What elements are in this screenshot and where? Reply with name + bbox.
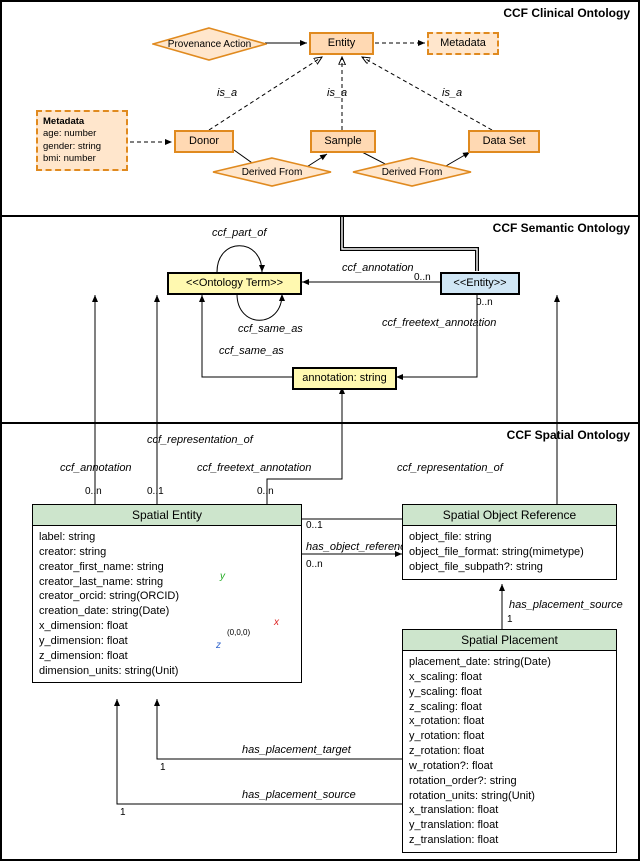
sor-a1: object_file_format: string(mimetype): [409, 545, 610, 560]
axis-y: y: [220, 571, 225, 582]
metadata-top-box: Metadata: [427, 32, 499, 55]
semantic-title: CCF Semantic Ontology: [493, 221, 630, 235]
sample-box: Sample: [310, 130, 376, 153]
metadata-detail-title: Metadata: [43, 116, 84, 127]
has-obj-ref-label: has_object_reference: [306, 541, 412, 553]
sp-a7: w_rotation?: float: [409, 759, 610, 774]
spatial-obj-ref-class: Spatial Object Reference object_file: st…: [402, 504, 617, 580]
spatial-placement-class: Spatial Placement placement_date: string…: [402, 629, 617, 853]
has-place-src1-label: has_placement_source: [509, 599, 623, 611]
spatial-title: CCF Spatial Ontology: [507, 428, 630, 442]
rep-of-1-label: ccf_representation_of: [147, 434, 253, 446]
spatial-panel: CCF Spatial Ontology ccf_representation_…: [0, 424, 640, 861]
metadata-detail-box: Metadata age: number gender: string bmi:…: [36, 110, 128, 171]
se-a3: creator_last_name: string: [39, 575, 295, 590]
derived-from-1-label: Derived From: [242, 167, 303, 178]
metadata-line3: bmi: number: [43, 153, 96, 164]
derived-from-2-diamond: Derived From: [352, 157, 472, 187]
semantic-svg: [2, 217, 638, 422]
dataset-label: Data Set: [483, 135, 526, 147]
spatial-entity-class: Spatial Entity label: string creator: st…: [32, 504, 302, 683]
metadata-top-label: Metadata: [440, 37, 486, 49]
se-a6: x_dimension: float: [39, 619, 295, 634]
ccf-annotation-label: ccf_annotation: [342, 262, 414, 274]
is-a-3-label: is_a: [442, 87, 462, 99]
card-0n-c: 0..n: [306, 559, 323, 570]
ccf-same-as-edge-label: ccf_same_as: [219, 345, 284, 357]
annotation-label: annotation: string: [302, 372, 386, 384]
derived-from-2-label: Derived From: [382, 167, 443, 178]
se-a0: label: string: [39, 530, 295, 545]
sp-a3: z_scaling: float: [409, 700, 610, 715]
metadata-line2: gender: string: [43, 141, 101, 152]
derived-from-1-diamond: Derived From: [212, 157, 332, 187]
has-place-src2-label: has_placement_source: [242, 789, 356, 801]
ccf-annotation-sp-label: ccf_annotation: [60, 462, 132, 474]
donor-label: Donor: [189, 135, 219, 147]
axis-z: z: [216, 640, 221, 651]
annotation-box: annotation: string: [292, 367, 397, 390]
sp-title: Spatial Placement: [403, 630, 616, 651]
sp-a10: x_translation: float: [409, 803, 610, 818]
ccf-freetext-label: ccf_freetext_annotation: [382, 317, 496, 329]
donor-box: Donor: [174, 130, 234, 153]
ccf-part-of-label: ccf_part_of: [212, 227, 266, 239]
card-01-a: 0..1: [147, 486, 164, 497]
card-1-b: 1: [120, 807, 126, 818]
card-1-a: 1: [160, 762, 166, 773]
sp-a9: rotation_units: string(Unit): [409, 789, 610, 804]
sor-body: object_file: string object_file_format: …: [403, 526, 616, 579]
sp-a11: y_translation: float: [409, 818, 610, 833]
card-0n-sem-2: 0..n: [476, 297, 493, 308]
sem-entity-label: <<Entity>>: [453, 277, 506, 289]
se-a7: y_dimension: float: [39, 634, 295, 649]
card-0n-a: 0..n: [85, 486, 102, 497]
has-place-tgt-label: has_placement_target: [242, 744, 351, 756]
sp-a2: y_scaling: float: [409, 685, 610, 700]
spatial-entity-body: label: string creator: string creator_fi…: [33, 526, 301, 682]
ccf-same-as-loop-label: ccf_same_as: [238, 323, 303, 335]
clinical-panel: CCF Clinical Ontology Provenance Action: [0, 0, 640, 217]
sor-a2: object_file_subpath?: string: [409, 560, 610, 575]
card-1-c: 1: [507, 614, 513, 625]
sor-a0: object_file: string: [409, 530, 610, 545]
axis-x: x: [274, 617, 279, 628]
sp-body: placement_date: string(Date) x_scaling: …: [403, 651, 616, 852]
se-a9: dimension_units: string(Unit): [39, 664, 295, 679]
card-01-b: 0..1: [306, 520, 323, 531]
sp-a6: z_rotation: float: [409, 744, 610, 759]
provenance-action-diamond: Provenance Action: [152, 27, 267, 61]
semantic-panel: CCF Semantic Ontology <<Ontology Term>> …: [0, 217, 640, 424]
card-0n-b: 0..n: [257, 486, 274, 497]
ontology-term-box: <<Ontology Term>>: [167, 272, 302, 295]
se-a2: creator_first_name: string: [39, 560, 295, 575]
sp-a4: x_rotation: float: [409, 714, 610, 729]
se-a8: z_dimension: float: [39, 649, 295, 664]
ccf-freetext-sp-label: ccf_freetext_annotation: [197, 462, 311, 474]
spatial-entity-title: Spatial Entity: [33, 505, 301, 526]
axis-origin: (0,0,0): [227, 628, 250, 637]
entity-box: Entity: [309, 32, 374, 55]
sp-a8: rotation_order?: string: [409, 774, 610, 789]
se-a4: creator_orcid: string(ORCID): [39, 589, 295, 604]
is-a-1-label: is_a: [217, 87, 237, 99]
entity-label: Entity: [328, 37, 356, 49]
sp-a5: y_rotation: float: [409, 729, 610, 744]
sem-entity-box: <<Entity>>: [440, 272, 520, 295]
ontology-term-label: <<Ontology Term>>: [186, 277, 283, 289]
provenance-action-label: Provenance Action: [168, 39, 251, 50]
is-a-2-label: is_a: [327, 87, 347, 99]
clinical-title: CCF Clinical Ontology: [503, 6, 630, 20]
se-a1: creator: string: [39, 545, 295, 560]
dataset-box: Data Set: [468, 130, 540, 153]
sp-a1: x_scaling: float: [409, 670, 610, 685]
sample-label: Sample: [324, 135, 361, 147]
sp-a0: placement_date: string(Date): [409, 655, 610, 670]
card-0n-sem-1: 0..n: [414, 272, 431, 283]
sor-title: Spatial Object Reference: [403, 505, 616, 526]
sp-a12: z_translation: float: [409, 833, 610, 848]
rep-of-2-label: ccf_representation_of: [397, 462, 503, 474]
metadata-line1: age: number: [43, 128, 96, 139]
se-a5: creation_date: string(Date): [39, 604, 295, 619]
